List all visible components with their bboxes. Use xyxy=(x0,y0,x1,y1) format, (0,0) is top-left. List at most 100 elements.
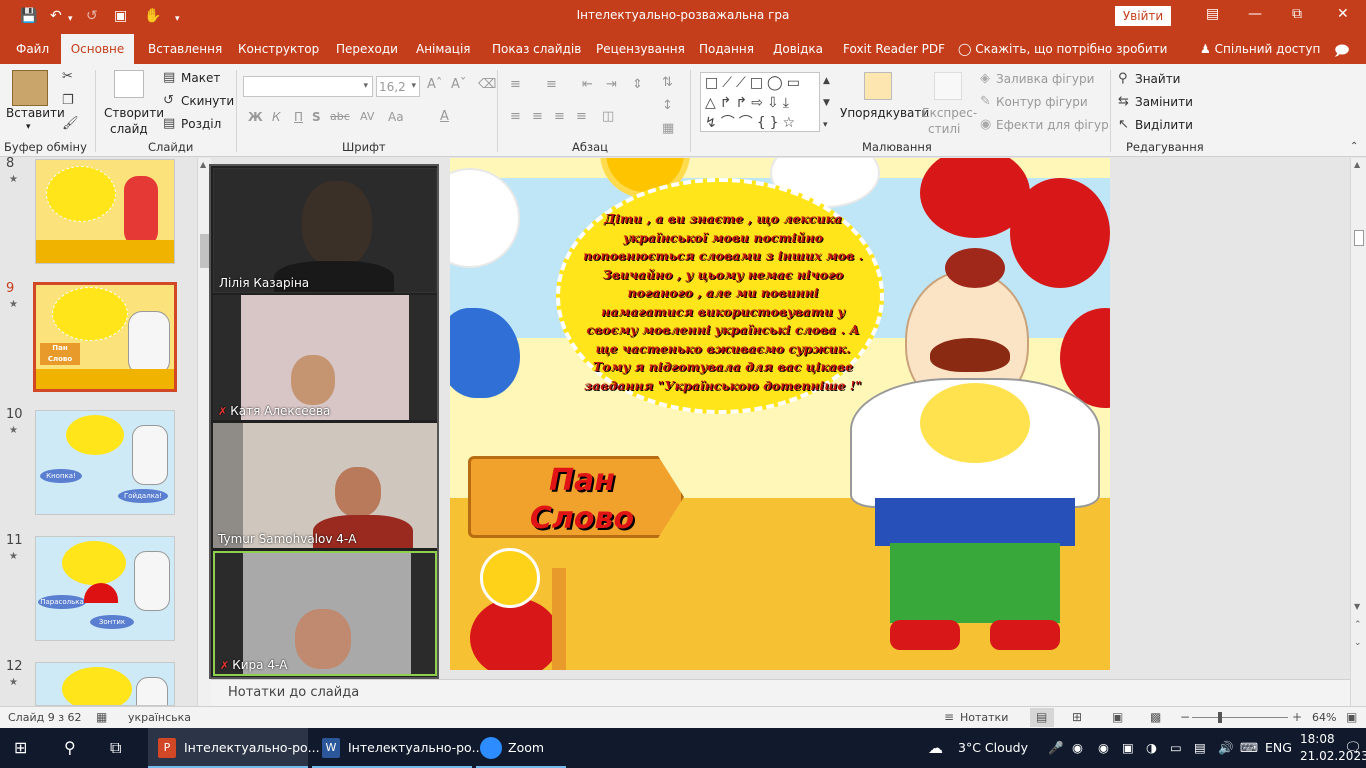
font-size-input[interactable]: 16,2 ▾ xyxy=(376,76,420,97)
maximize-button[interactable]: ⧉ xyxy=(1292,6,1302,22)
search-icon[interactable]: ⚲ xyxy=(64,728,76,768)
align-right-icon[interactable]: ≡ xyxy=(554,110,565,124)
previous-slide-icon[interactable]: ⌃ xyxy=(1354,620,1362,630)
decrease-indent-icon[interactable]: ⇤ xyxy=(582,78,593,92)
slide-thumbnail-9[interactable]: Пан Слово xyxy=(33,282,177,392)
cut-icon[interactable]: ✂ xyxy=(62,70,73,84)
tab-transitions[interactable]: Переходи xyxy=(336,42,398,56)
scroll-thumb[interactable] xyxy=(200,234,209,268)
tab-review[interactable]: Рецензування xyxy=(596,42,685,56)
spellcheck-icon[interactable]: ▦ xyxy=(96,710,107,724)
paste-dropdown-icon[interactable]: ▾ xyxy=(26,122,31,132)
align-left-icon[interactable]: ≡ xyxy=(510,110,521,124)
bullets-icon[interactable]: ≡ xyxy=(510,78,521,92)
clock-time[interactable]: 18:08 xyxy=(1300,732,1335,746)
find-button[interactable]: Знайти xyxy=(1135,72,1180,86)
tab-file[interactable]: Файл xyxy=(16,42,49,56)
zoom-level[interactable]: 64% xyxy=(1312,711,1336,724)
layout-button[interactable]: Макет xyxy=(181,71,220,85)
comments-icon[interactable]: 🗩 xyxy=(1334,40,1350,64)
tab-foxit[interactable]: Foxit Reader PDF xyxy=(843,42,945,56)
language-indicator[interactable]: українська xyxy=(128,711,191,724)
slide-thumbnail-8[interactable] xyxy=(35,159,175,264)
taskbar-app-word[interactable]: W Інтелектуально-ро... xyxy=(312,728,484,768)
format-painter-icon[interactable]: 🖌 xyxy=(62,117,79,131)
zoom-tray-icon[interactable]: ◉ xyxy=(1072,728,1083,768)
copy-icon[interactable]: ❐ xyxy=(62,94,74,108)
new-slide-label-1[interactable]: Створити xyxy=(104,106,164,120)
gallery-up-icon[interactable]: ▲ xyxy=(823,74,830,88)
scroll-up-icon[interactable]: ▲ xyxy=(1354,160,1360,169)
volume-icon[interactable]: 🔊 xyxy=(1218,728,1234,768)
char-spacing-button[interactable]: AV xyxy=(360,110,374,123)
justify-icon[interactable]: ≡ xyxy=(576,110,587,124)
slide-scrollbar[interactable]: ▲ ▼ ⌃ ⌄ xyxy=(1350,158,1366,706)
arrange-icon[interactable] xyxy=(864,72,892,100)
battery-icon[interactable]: ▭ xyxy=(1170,728,1182,768)
clear-format-icon[interactable]: ⌫ xyxy=(478,78,496,92)
tell-me-box[interactable]: ◯ Скажіть, що потрібно зробити xyxy=(958,42,1167,56)
columns-icon[interactable]: ◫ xyxy=(602,110,614,124)
video-tile[interactable]: ✗ Катя Алексеева xyxy=(213,295,437,420)
taskbar-app-zoom[interactable]: Zoom xyxy=(476,728,566,768)
input-language[interactable]: ENG xyxy=(1265,728,1292,768)
tab-view[interactable]: Подання xyxy=(699,42,754,56)
quick-styles-label-1[interactable]: Експрес- xyxy=(922,106,977,120)
notes-button[interactable]: Нотатки xyxy=(960,711,1008,724)
gallery-down-icon[interactable]: ▼ xyxy=(823,96,830,110)
ribbon-options-icon[interactable]: ▤ xyxy=(1206,6,1219,22)
notes-pane[interactable]: Нотатки до слайда xyxy=(211,679,1351,706)
tab-home[interactable]: Основне xyxy=(61,34,134,64)
notes-placeholder[interactable]: Нотатки до слайда xyxy=(228,685,359,700)
windows-start-icon[interactable]: ⊞ xyxy=(14,728,27,768)
increase-indent-icon[interactable]: ⇥ xyxy=(606,78,617,92)
text-direction-icon[interactable]: ⇅ xyxy=(662,76,673,90)
keyboard-icon[interactable]: ⌨ xyxy=(1240,728,1258,768)
collapse-ribbon-icon[interactable]: ⌃ xyxy=(1350,140,1358,154)
italic-button[interactable]: К xyxy=(272,110,281,124)
task-view-icon[interactable]: ⧉ xyxy=(110,728,121,768)
fit-slide-icon[interactable]: ▣ xyxy=(1346,710,1357,724)
slide-thumbnail-10[interactable]: Кнопка! Гойдалка! xyxy=(35,410,175,515)
tray-app-icon[interactable]: ◑ xyxy=(1146,728,1157,768)
line-spacing-icon[interactable]: ⇕ xyxy=(632,78,643,92)
align-text-icon[interactable]: ↕ xyxy=(662,99,673,113)
tab-slideshow[interactable]: Показ слайдів xyxy=(492,42,581,56)
zoom-out-icon[interactable]: − xyxy=(1180,710,1190,724)
video-tile[interactable]: Лілія Казаріна xyxy=(213,168,437,293)
tab-design[interactable]: Конструктор xyxy=(238,42,319,56)
video-tile[interactable]: Tymur Samohvalov 4-А xyxy=(213,423,437,548)
slide-thumbnail-12[interactable] xyxy=(35,662,175,706)
align-center-icon[interactable]: ≡ xyxy=(532,110,543,124)
select-button[interactable]: Виділити xyxy=(1135,118,1193,132)
shape-outline-button[interactable]: Контур фігури xyxy=(996,95,1088,109)
share-button[interactable]: ♟ Спільний доступ xyxy=(1200,42,1320,56)
shape-effects-button[interactable]: Ефекти для фігур xyxy=(996,118,1109,132)
reading-view-icon[interactable]: ▣ xyxy=(1112,710,1123,724)
change-case-button[interactable]: Aa xyxy=(388,110,404,124)
sign-in-button[interactable]: Увійти xyxy=(1115,6,1171,26)
slide-thumbnail-11[interactable]: Парасолька Зонтик xyxy=(35,536,175,641)
video-tile-active-speaker[interactable]: ✗ Кира 4-А xyxy=(213,551,437,676)
font-name-input[interactable]: ▾ xyxy=(243,76,373,97)
reset-button[interactable]: Скинути xyxy=(181,94,234,108)
section-button[interactable]: Розділ xyxy=(181,117,221,131)
network-icon[interactable]: ▤ xyxy=(1194,728,1206,768)
zoom-slider-thumb[interactable] xyxy=(1218,712,1222,723)
shadow-button[interactable]: S xyxy=(312,110,321,124)
tab-animations[interactable]: Анімація xyxy=(416,42,471,56)
slide-sorter-icon[interactable]: ⊞ xyxy=(1072,710,1082,724)
shapes-gallery[interactable]: □⟋⟋□◯▭ △↱↱⇨⇩⤓ ↯⌒⌒{}☆ xyxy=(700,72,820,132)
new-slide-icon[interactable] xyxy=(114,70,144,98)
scroll-thumb[interactable] xyxy=(1354,230,1364,246)
shape-fill-button[interactable]: Заливка фігури xyxy=(996,72,1094,86)
bold-button[interactable]: Ж xyxy=(248,110,263,124)
grow-font-icon[interactable]: Aˆ xyxy=(427,78,442,92)
notifications-icon[interactable]: 🗨 xyxy=(1344,728,1362,768)
quick-styles-icon[interactable] xyxy=(934,72,962,100)
scroll-down-icon[interactable]: ▼ xyxy=(1354,602,1360,611)
zoom-in-icon[interactable]: + xyxy=(1292,710,1302,724)
taskbar-app-powerpoint[interactable]: P Інтелектуально-ро... xyxy=(148,728,320,768)
zoom-slider[interactable] xyxy=(1192,717,1288,718)
shrink-font-icon[interactable]: Aˇ xyxy=(451,78,466,92)
